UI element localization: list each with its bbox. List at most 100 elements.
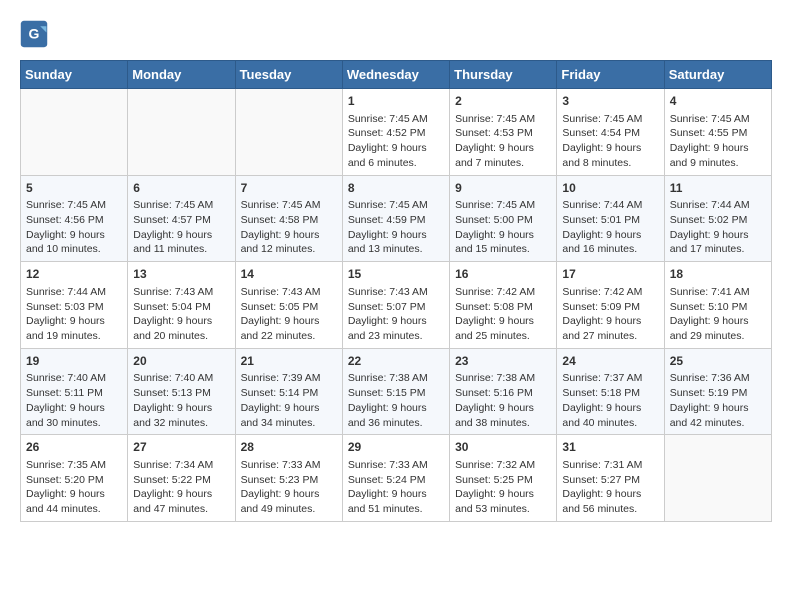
day-number: 23: [455, 353, 551, 370]
day-info: Sunrise: 7:43 AM Sunset: 5:04 PM Dayligh…: [133, 285, 229, 344]
day-info: Sunrise: 7:45 AM Sunset: 4:56 PM Dayligh…: [26, 198, 122, 257]
day-info: Sunrise: 7:31 AM Sunset: 5:27 PM Dayligh…: [562, 458, 658, 517]
calendar-cell: [21, 89, 128, 176]
day-number: 14: [241, 266, 337, 283]
day-number: 17: [562, 266, 658, 283]
day-info: Sunrise: 7:41 AM Sunset: 5:10 PM Dayligh…: [670, 285, 766, 344]
day-header-wednesday: Wednesday: [342, 61, 449, 89]
day-info: Sunrise: 7:44 AM Sunset: 5:03 PM Dayligh…: [26, 285, 122, 344]
calendar-cell: 13 Sunrise: 7:43 AM Sunset: 5:04 PM Dayli…: [128, 262, 235, 349]
day-number: 31: [562, 439, 658, 456]
logo: G: [20, 20, 52, 48]
day-info: Sunrise: 7:42 AM Sunset: 5:09 PM Dayligh…: [562, 285, 658, 344]
calendar-cell: 5Sunrise: 7:45 AM Sunset: 4:56 PM Daylig…: [21, 175, 128, 262]
calendar-cell: 12 Sunrise: 7:44 AM Sunset: 5:03 PM Dayli…: [21, 262, 128, 349]
calendar-cell: 3 Sunrise: 7:45 AM Sunset: 4:54 PM Daylig…: [557, 89, 664, 176]
day-header-friday: Friday: [557, 61, 664, 89]
calendar-cell: 19Sunrise: 7:40 AM Sunset: 5:11 PM Dayli…: [21, 348, 128, 435]
calendar-cell: 22Sunrise: 7:38 AM Sunset: 5:15 PM Dayli…: [342, 348, 449, 435]
days-header-row: SundayMondayTuesdayWednesdayThursdayFrid…: [21, 61, 772, 89]
day-number: 25: [670, 353, 766, 370]
calendar-cell: 27 Sunrise: 7:34 AM Sunset: 5:22 PM Dayli…: [128, 435, 235, 522]
day-number: 11: [670, 180, 766, 197]
day-info: Sunrise: 7:45 AM Sunset: 4:57 PM Dayligh…: [133, 198, 229, 257]
calendar-cell: 31 Sunrise: 7:31 AM Sunset: 5:27 PM Dayli…: [557, 435, 664, 522]
calendar-cell: 6Sunrise: 7:45 AM Sunset: 4:57 PM Daylig…: [128, 175, 235, 262]
day-info: Sunrise: 7:38 AM Sunset: 5:16 PM Dayligh…: [455, 371, 551, 430]
calendar-cell: [664, 435, 771, 522]
calendar-cell: 11Sunrise: 7:44 AM Sunset: 5:02 PM Dayli…: [664, 175, 771, 262]
day-number: 15: [348, 266, 444, 283]
day-info: Sunrise: 7:45 AM Sunset: 4:53 PM Dayligh…: [455, 112, 551, 171]
day-number: 26: [26, 439, 122, 456]
day-number: 18: [670, 266, 766, 283]
calendar-cell: 14 Sunrise: 7:43 AM Sunset: 5:05 PM Dayli…: [235, 262, 342, 349]
day-number: 3: [562, 93, 658, 110]
day-info: Sunrise: 7:36 AM Sunset: 5:19 PM Dayligh…: [670, 371, 766, 430]
day-number: 1: [348, 93, 444, 110]
day-number: 8: [348, 180, 444, 197]
week-row-5: 26 Sunrise: 7:35 AM Sunset: 5:20 PM Dayli…: [21, 435, 772, 522]
day-info: Sunrise: 7:38 AM Sunset: 5:15 PM Dayligh…: [348, 371, 444, 430]
calendar-cell: [235, 89, 342, 176]
day-info: Sunrise: 7:33 AM Sunset: 5:24 PM Dayligh…: [348, 458, 444, 517]
day-info: Sunrise: 7:32 AM Sunset: 5:25 PM Dayligh…: [455, 458, 551, 517]
day-number: 4: [670, 93, 766, 110]
day-info: Sunrise: 7:34 AM Sunset: 5:22 PM Dayligh…: [133, 458, 229, 517]
calendar-cell: 4 Sunrise: 7:45 AM Sunset: 4:55 PM Daylig…: [664, 89, 771, 176]
calendar-cell: 23Sunrise: 7:38 AM Sunset: 5:16 PM Dayli…: [450, 348, 557, 435]
day-info: Sunrise: 7:40 AM Sunset: 5:11 PM Dayligh…: [26, 371, 122, 430]
week-row-3: 12 Sunrise: 7:44 AM Sunset: 5:03 PM Dayli…: [21, 262, 772, 349]
header: G: [20, 20, 772, 48]
calendar-cell: 20Sunrise: 7:40 AM Sunset: 5:13 PM Dayli…: [128, 348, 235, 435]
calendar-cell: 10Sunrise: 7:44 AM Sunset: 5:01 PM Dayli…: [557, 175, 664, 262]
day-number: 29: [348, 439, 444, 456]
week-row-1: 1 Sunrise: 7:45 AM Sunset: 4:52 PM Daylig…: [21, 89, 772, 176]
day-info: Sunrise: 7:43 AM Sunset: 5:05 PM Dayligh…: [241, 285, 337, 344]
day-info: Sunrise: 7:33 AM Sunset: 5:23 PM Dayligh…: [241, 458, 337, 517]
day-header-tuesday: Tuesday: [235, 61, 342, 89]
day-header-sunday: Sunday: [21, 61, 128, 89]
calendar-cell: 26 Sunrise: 7:35 AM Sunset: 5:20 PM Dayli…: [21, 435, 128, 522]
calendar-cell: 18 Sunrise: 7:41 AM Sunset: 5:10 PM Dayli…: [664, 262, 771, 349]
day-number: 12: [26, 266, 122, 283]
day-info: Sunrise: 7:45 AM Sunset: 4:59 PM Dayligh…: [348, 198, 444, 257]
calendar-cell: 7Sunrise: 7:45 AM Sunset: 4:58 PM Daylig…: [235, 175, 342, 262]
day-number: 6: [133, 180, 229, 197]
day-number: 7: [241, 180, 337, 197]
day-number: 21: [241, 353, 337, 370]
calendar-cell: 30 Sunrise: 7:32 AM Sunset: 5:25 PM Dayli…: [450, 435, 557, 522]
day-number: 10: [562, 180, 658, 197]
day-info: Sunrise: 7:45 AM Sunset: 4:52 PM Dayligh…: [348, 112, 444, 171]
day-info: Sunrise: 7:40 AM Sunset: 5:13 PM Dayligh…: [133, 371, 229, 430]
day-info: Sunrise: 7:45 AM Sunset: 5:00 PM Dayligh…: [455, 198, 551, 257]
calendar-cell: 9Sunrise: 7:45 AM Sunset: 5:00 PM Daylig…: [450, 175, 557, 262]
day-header-monday: Monday: [128, 61, 235, 89]
calendar-cell: 1 Sunrise: 7:45 AM Sunset: 4:52 PM Daylig…: [342, 89, 449, 176]
day-number: 24: [562, 353, 658, 370]
day-number: 2: [455, 93, 551, 110]
calendar-cell: 15 Sunrise: 7:43 AM Sunset: 5:07 PM Dayli…: [342, 262, 449, 349]
day-info: Sunrise: 7:44 AM Sunset: 5:02 PM Dayligh…: [670, 198, 766, 257]
calendar-cell: 28 Sunrise: 7:33 AM Sunset: 5:23 PM Dayli…: [235, 435, 342, 522]
day-number: 28: [241, 439, 337, 456]
calendar-cell: 29 Sunrise: 7:33 AM Sunset: 5:24 PM Dayli…: [342, 435, 449, 522]
calendar-cell: 17 Sunrise: 7:42 AM Sunset: 5:09 PM Dayli…: [557, 262, 664, 349]
calendar-cell: 8Sunrise: 7:45 AM Sunset: 4:59 PM Daylig…: [342, 175, 449, 262]
day-info: Sunrise: 7:39 AM Sunset: 5:14 PM Dayligh…: [241, 371, 337, 430]
day-number: 13: [133, 266, 229, 283]
day-number: 27: [133, 439, 229, 456]
day-info: Sunrise: 7:45 AM Sunset: 4:55 PM Dayligh…: [670, 112, 766, 171]
day-info: Sunrise: 7:44 AM Sunset: 5:01 PM Dayligh…: [562, 198, 658, 257]
svg-text:G: G: [29, 26, 40, 42]
day-number: 30: [455, 439, 551, 456]
day-info: Sunrise: 7:35 AM Sunset: 5:20 PM Dayligh…: [26, 458, 122, 517]
calendar-cell: 2 Sunrise: 7:45 AM Sunset: 4:53 PM Daylig…: [450, 89, 557, 176]
week-row-4: 19Sunrise: 7:40 AM Sunset: 5:11 PM Dayli…: [21, 348, 772, 435]
day-info: Sunrise: 7:45 AM Sunset: 4:54 PM Dayligh…: [562, 112, 658, 171]
day-info: Sunrise: 7:43 AM Sunset: 5:07 PM Dayligh…: [348, 285, 444, 344]
day-info: Sunrise: 7:45 AM Sunset: 4:58 PM Dayligh…: [241, 198, 337, 257]
calendar-cell: 25Sunrise: 7:36 AM Sunset: 5:19 PM Dayli…: [664, 348, 771, 435]
day-number: 16: [455, 266, 551, 283]
day-number: 5: [26, 180, 122, 197]
